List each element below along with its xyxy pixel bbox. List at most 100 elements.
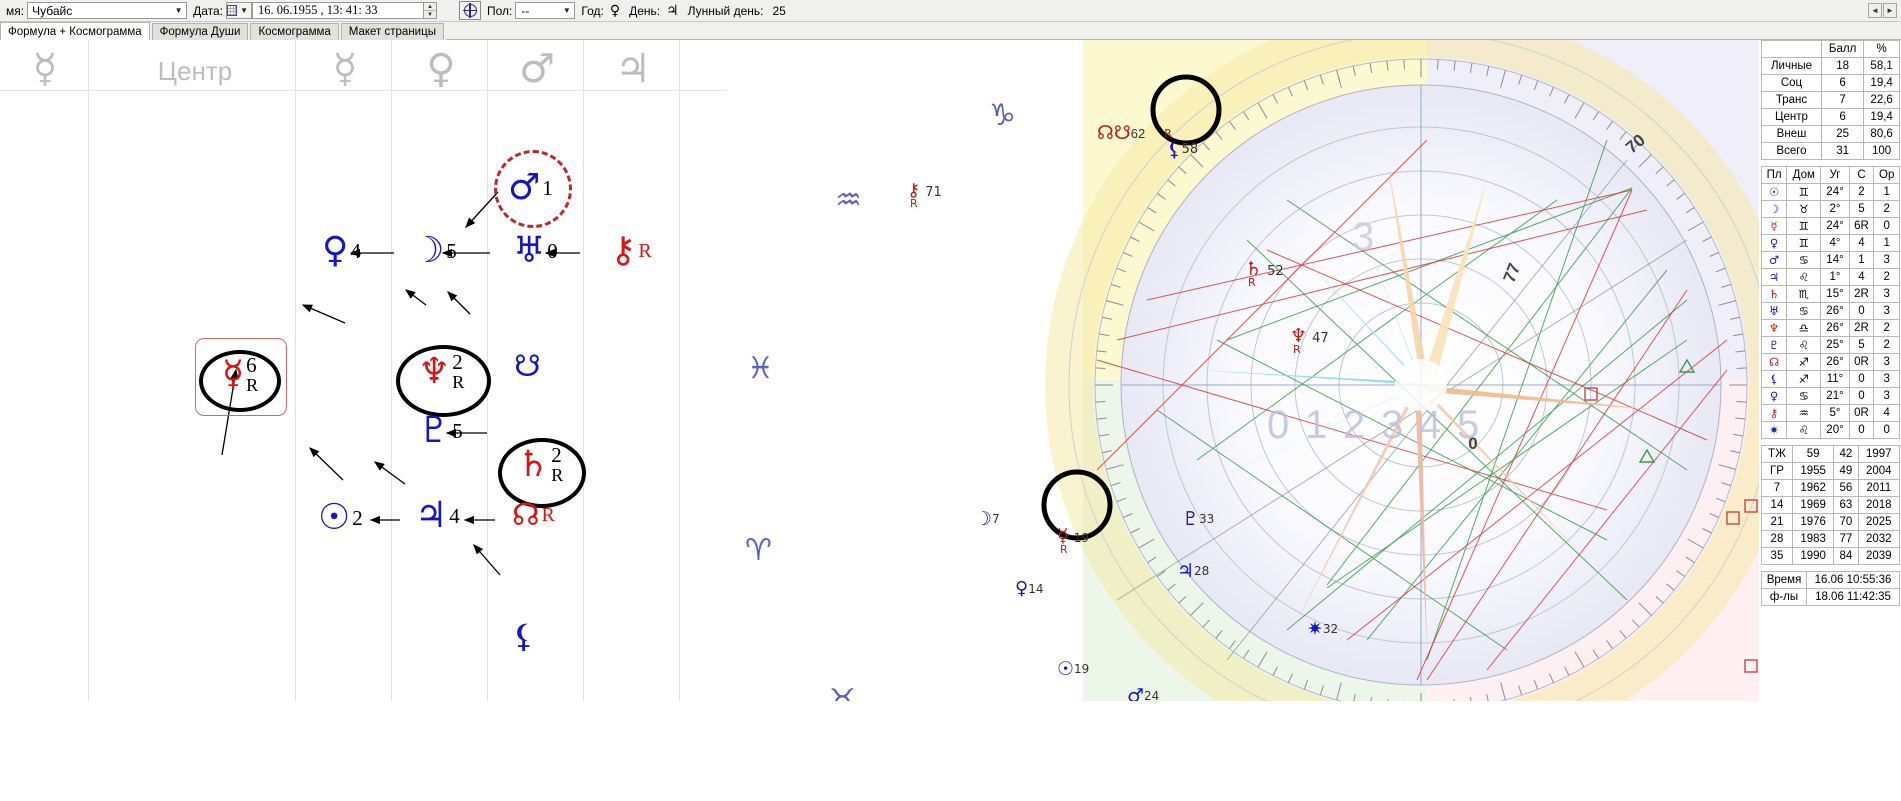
year-glyph: ♀ [610,3,620,19]
wheel-inner-digit-3: 3 [1381,403,1403,447]
table-row: Время 16.06 10:55:36 [1762,572,1900,589]
node-label: 62 [1131,126,1145,141]
grid-divider [679,40,680,701]
calendar-picker-button[interactable]: ▼ [226,2,252,19]
day-label: День: [629,4,660,18]
moon-glyph: ☽ [412,233,444,269]
spinner-up-icon[interactable]: ▲ [424,3,436,11]
soul-formula-panel: ☿ Центр ☿ ♀ ♂ ♃ ♂ 1 [0,40,727,701]
table-row: ♃♌1°42 [1762,269,1900,286]
cell-house: ♌ [1787,422,1821,439]
cell: 80,6 [1864,126,1900,143]
wheel-planet-mars[interactable]: ♂ 24 [1127,685,1159,701]
pluto-node[interactable]: ♇ 5 [418,413,463,449]
tab-page-layout[interactable]: Макет страницы [341,23,444,40]
chiron-node[interactable]: ⚷ R [610,233,652,269]
uranus-node[interactable]: ♅ 0 [513,233,558,269]
table-header-row: Балл % [1762,41,1900,58]
cell-angle: 15° [1821,286,1849,303]
cell-or: 3 [1874,371,1900,388]
wheel-planet-neptune[interactable]: ♆ 47 R [1290,325,1329,356]
table-row: ♀♊4°41 [1762,235,1900,252]
pluto-wheel-glyph: ♇ [1182,508,1199,530]
nav-next-button[interactable]: ► [1883,3,1897,18]
main-toolbar: мя: Чубайс ▼ Дата: ▼ 16. 06.1955 , 13: 4… [0,0,1901,22]
cell-year-start: 1969 [1792,497,1833,514]
neptune-node[interactable]: ♆ 2R [418,352,464,391]
cell-house: ♐ [1787,371,1821,388]
northnode-retrograde-flag: R [542,504,555,527]
formula-time-value: 18.06 11:42:35 [1807,589,1900,606]
wheel-planet-selena[interactable]: ✷ 32 [1307,618,1338,640]
table-row: ☊♐26°0R3 [1762,354,1900,371]
southnode-node[interactable]: ☋ [514,352,541,382]
moon-node[interactable]: ☽ 5 [412,233,457,269]
cell-angle: 24° [1821,184,1849,201]
wheel-planet-pluto[interactable]: ♇ 33 [1182,508,1214,530]
cell-planet: ⚷ [1762,405,1787,422]
tab-cosmogram[interactable]: Космограмма [250,23,338,40]
lilith-node[interactable]: ⚸ [512,620,535,652]
wheel-planet-moon[interactable]: ☽ 7 [975,508,1000,530]
moonday-value: 25 [773,4,786,18]
cell-or: 2 [1874,337,1900,354]
venus-node[interactable]: ♀ 4 [322,233,361,269]
score-col-percent: % [1864,41,1900,58]
cell-planet: ☿ [1762,218,1787,235]
mercury-node[interactable]: ☿ 6R [222,355,258,394]
cell-angle: 14° [1821,252,1849,269]
table-row: ☉♊24°21 [1762,184,1900,201]
cell-year-start: 1983 [1792,531,1833,548]
cell-year-start: 1955 [1792,463,1833,480]
wheel-planet-mercury-marked[interactable]: ☿ 19 R [1057,525,1089,556]
date-spinner[interactable]: ▲ ▼ [424,2,437,19]
wheel-planet-saturn[interactable]: ♄ 52 R [1245,258,1284,289]
tab-formula-cosmogram[interactable]: Формула + Космограмма [0,22,150,40]
nav-prev-button[interactable]: ◄ [1868,3,1882,18]
table-row: ♄♏15°2R3 [1762,286,1900,303]
cell: Центр [1762,109,1822,126]
tab-formula-soul[interactable]: Формула Души [152,23,249,40]
chiron-glyph: ⚷ [610,233,636,269]
pos-col-angle: Уг [1821,167,1849,184]
cosmogram-wheel[interactable]: 63 70 77 56 49 42 35 0 0 1 2 3 4 5 6 6 5… [727,40,1759,701]
table-row: ГР1955492004 [1762,463,1900,480]
cell: 19,4 [1864,75,1900,92]
grid-divider [88,40,89,701]
mars-wheel-label: 24 [1144,689,1159,701]
wheel-planet-lilith-marked[interactable]: ⚸ 58 [1167,137,1198,161]
wheel-planet-sun[interactable]: ☉ 19 [1057,658,1089,680]
grid-divider [391,40,392,701]
table-row: 141969632018 [1762,497,1900,514]
name-combo[interactable]: Чубайс ▼ [27,2,187,19]
spinner-down-icon[interactable]: ▼ [424,11,436,18]
saturn-retrograde-flag: R [551,466,563,484]
cell-year-start: 1990 [1792,548,1833,565]
northnode-node[interactable]: ☊ R [512,500,555,531]
wheel-inner-digit-1: 1 [1305,403,1327,447]
cell-age2: 77 [1834,531,1858,548]
wheel-planet-jupiter[interactable]: ♃ 28 [1177,560,1209,582]
cell-or: 4 [1874,405,1900,422]
saturn-node[interactable]: ♄ 2R [517,445,563,484]
table-header-row: Пл Дом Уг С Ор [1762,167,1900,184]
mars-node[interactable]: ♂ 1 [508,170,553,206]
wheel-planet-node-chiron-top[interactable]: ☊☋ 62 R [1097,122,1172,144]
column-header-jupiter: ♃ [598,46,668,92]
table-row: Личные 18 58,1 [1762,58,1900,75]
wheel-planet-chiron[interactable]: ⚷ 71 R [907,180,942,210]
saturn-number: 2R [551,445,563,484]
column-header-mercury-1: ☿ [10,46,80,92]
date-input[interactable]: 16. 06.1955 , 13: 41: 33 [252,2,424,19]
column-header-mercury-2: ☿ [310,46,380,92]
chevron-down-icon[interactable]: ▼ [171,6,186,15]
cell: 100 [1864,143,1900,160]
globe-button[interactable] [459,1,481,20]
wheel-planet-venus[interactable]: ♀ 14 [1015,578,1043,599]
sun-node[interactable]: ☉ 2 [318,500,363,536]
chevron-down-icon[interactable]: ▼ [237,6,251,15]
jupiter-wheel-label: 28 [1194,564,1209,578]
chevron-down-icon[interactable]: ▼ [559,6,574,15]
sex-combo[interactable]: -- ▼ [515,2,575,19]
jupiter-node[interactable]: ♃ 4 [415,498,460,534]
